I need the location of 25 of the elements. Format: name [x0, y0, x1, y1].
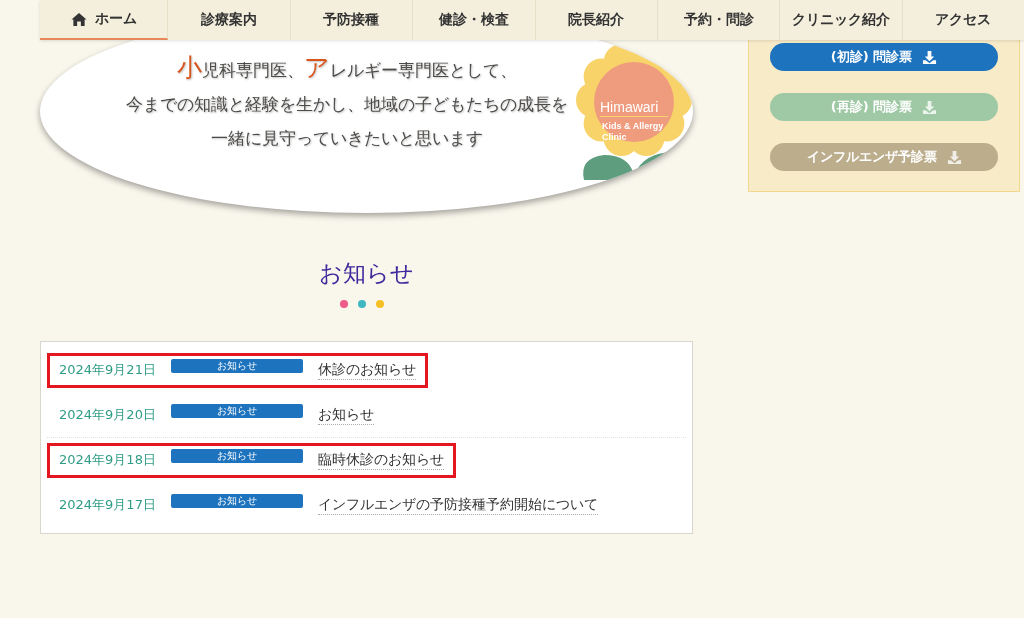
download-button[interactable]: (初診) 問診票 — [770, 43, 998, 71]
news-date: 2024年9月18日 — [58, 451, 157, 469]
hero-text: 一緒に見守っていきたいと思います — [210, 128, 483, 150]
download-icon — [922, 49, 938, 65]
news-link[interactable]: 休診のお知らせ — [318, 360, 416, 380]
download-icon — [922, 99, 938, 115]
nav-tab[interactable]: アクセス — [902, 0, 1024, 40]
news-link[interactable]: 臨時休診のお知らせ — [318, 450, 444, 470]
section-title: お知らせ — [318, 259, 415, 288]
category-tag: お知らせ — [171, 404, 303, 418]
news-link[interactable]: インフルエンザの予防接種予約開始について — [318, 495, 598, 515]
news-date: 2024年9月20日 — [58, 406, 157, 424]
hero-text: 今までの知識と経験を生かし、地域の子どもたちの成長を — [125, 94, 568, 116]
category-tag: お知らせ — [171, 494, 303, 508]
news-date: 2024年9月21日 — [58, 361, 157, 379]
hero-text: 小児科専門医、アレルギー専門医として、 — [176, 54, 517, 84]
category-tag: お知らせ — [171, 449, 303, 463]
download-icon — [946, 149, 962, 165]
category-tag: お知らせ — [171, 359, 303, 373]
home-icon — [70, 11, 87, 27]
news-date: 2024年9月17日 — [58, 496, 157, 514]
logo-subtitle: Clinic — [602, 132, 627, 142]
logo-subtitle: Kids & Allergy — [602, 121, 664, 131]
logo-name: Himawari — [600, 99, 659, 115]
news-link[interactable]: お知らせ — [318, 405, 374, 425]
